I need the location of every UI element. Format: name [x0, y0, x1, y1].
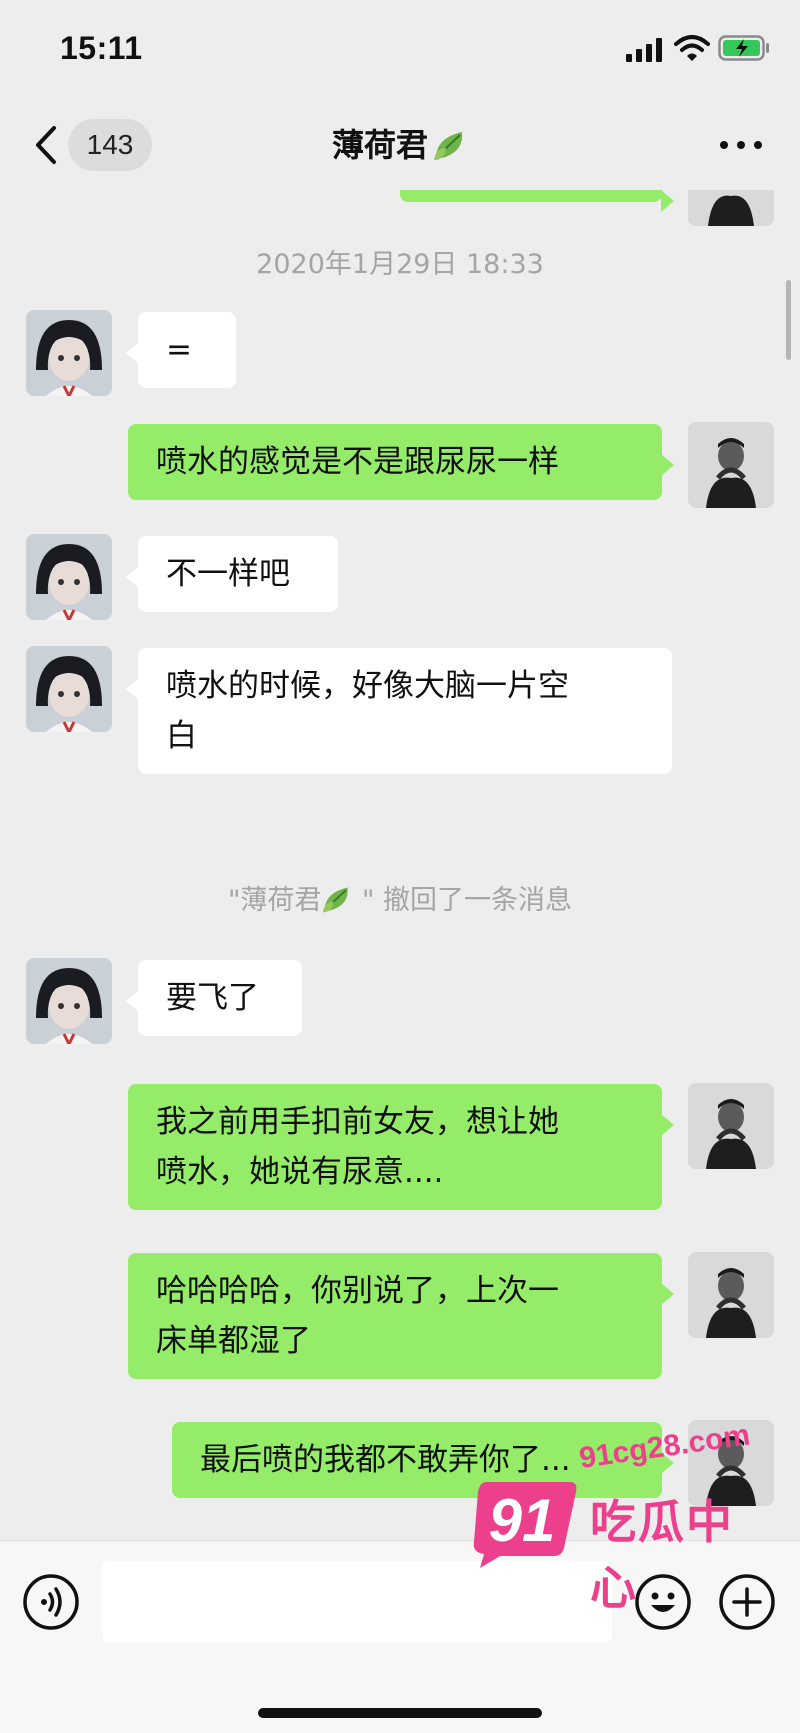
message-bubble-partial: [400, 190, 674, 212]
chat-header: 143 薄荷君: [0, 100, 800, 190]
message-line: 我之前用手扣前女友，想让她: [156, 1104, 559, 1140]
avatar-self[interactable]: [688, 190, 774, 226]
avatar-self[interactable]: [688, 422, 774, 508]
message-line: 床单都湿了: [156, 1323, 311, 1359]
leaf-emoji-icon: [434, 132, 463, 160]
status-time: 15:11: [60, 30, 143, 66]
recall-text: " 撤回了一条消息: [353, 885, 572, 916]
message-timestamp: 2020年1月29日 18:33: [256, 249, 544, 280]
chat-title-text: 薄荷君: [331, 126, 428, 164]
battery-charging-icon: [718, 35, 769, 61]
avatar-contact[interactable]: [26, 534, 112, 620]
message-bubble[interactable]: 要飞了: [126, 960, 302, 1036]
recall-contact-name: "薄荷君: [227, 885, 322, 916]
leaf-emoji-icon: [323, 887, 349, 913]
chat-title: 薄荷君: [0, 120, 800, 170]
status-bar: 15:11: [0, 0, 800, 100]
message-line: 喷水的时候，好像大脑一片空: [166, 668, 569, 704]
wifi-icon: [674, 35, 710, 61]
message-bubble[interactable]: 不一样吧: [126, 536, 338, 612]
scrollbar[interactable]: [786, 280, 791, 360]
more-options-icon[interactable]: [718, 130, 764, 160]
watermark-name: 吃瓜中心: [590, 1495, 734, 1615]
avatar-contact[interactable]: [26, 958, 112, 1044]
home-indicator: [258, 1708, 542, 1718]
avatar-contact[interactable]: [26, 646, 112, 732]
watermark-number: 91: [488, 1487, 556, 1554]
message-line: 喷水，她说有尿意....: [156, 1154, 444, 1190]
message-line: 哈哈哈哈，你别说了，上次一: [156, 1273, 559, 1309]
recall-notice: "薄荷君 " 撤回了一条消息: [0, 878, 800, 917]
message-bubble[interactable]: 喷水的时候，好像大脑一片空 白: [126, 648, 672, 774]
voice-icon[interactable]: [22, 1573, 80, 1631]
message-list[interactable]: 2020年1月29日 18:33 = 喷水的感觉是不是跟尿尿一样 不一样吧 喷水…: [0, 190, 800, 1540]
avatar-contact[interactable]: [26, 310, 112, 396]
message-line: 白: [166, 718, 197, 754]
watermark: 91cg28.com 91 吃瓜中心: [470, 1418, 770, 1615]
cellular-signal-icon: [626, 38, 662, 62]
message-bubble[interactable]: 我之前用手扣前女友，想让她 喷水，她说有尿意....: [128, 1084, 674, 1210]
message-bubble[interactable]: 哈哈哈哈，你别说了，上次一 床单都湿了: [128, 1253, 674, 1379]
message-bubble[interactable]: =: [126, 312, 236, 388]
avatar-self[interactable]: [688, 1252, 774, 1338]
message-bubble[interactable]: 喷水的感觉是不是跟尿尿一样: [128, 424, 674, 500]
avatar-self[interactable]: [688, 1083, 774, 1169]
